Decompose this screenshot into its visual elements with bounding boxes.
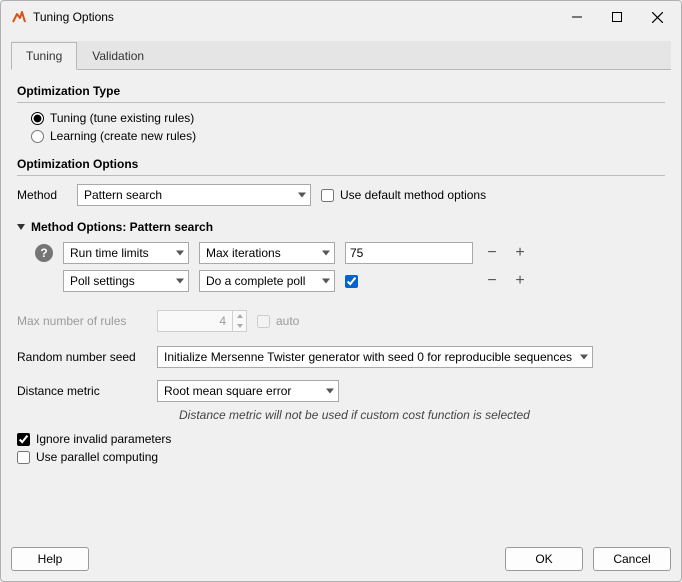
auto-row: auto — [257, 314, 299, 328]
auto-checkbox — [257, 315, 270, 328]
radio-tuning[interactable] — [31, 112, 44, 125]
parallel-checkbox[interactable] — [17, 451, 30, 464]
parallel-row[interactable]: Use parallel computing — [17, 450, 665, 464]
tab-validation[interactable]: Validation — [77, 42, 159, 70]
collapse-icon — [17, 224, 25, 230]
ignore-invalid-checkbox[interactable] — [17, 433, 30, 446]
chevron-down-icon — [176, 251, 184, 256]
add-option-button[interactable]: + — [511, 244, 529, 262]
client-area: Tuning Validation Optimization Type Tuni… — [1, 33, 681, 539]
ignore-invalid-label: Ignore invalid parameters — [36, 432, 171, 446]
tab-tuning[interactable]: Tuning — [11, 42, 77, 70]
section-optimization-options: Optimization Options — [17, 157, 665, 171]
radio-tuning-label: Tuning (tune existing rules) — [50, 111, 194, 125]
chevron-down-icon — [322, 279, 330, 284]
seed-label: Random number seed — [17, 350, 147, 364]
tab-content-tuning: Optimization Type Tuning (tune existing … — [11, 70, 671, 533]
radio-tuning-row[interactable]: Tuning (tune existing rules) — [31, 111, 665, 125]
method-select-value: Pattern search — [84, 188, 162, 202]
chevron-down-icon — [176, 279, 184, 284]
help-icon[interactable]: ? — [35, 244, 53, 262]
maximize-button[interactable] — [597, 3, 637, 31]
radio-learning-label: Learning (create new rules) — [50, 129, 196, 143]
auto-label: auto — [276, 314, 299, 328]
use-default-row[interactable]: Use default method options — [321, 188, 486, 202]
help-button[interactable]: Help — [11, 547, 89, 571]
use-default-checkbox[interactable] — [321, 189, 334, 202]
close-button[interactable] — [637, 3, 677, 31]
spinner-up — [233, 311, 246, 321]
distance-select[interactable]: Root mean square error — [157, 380, 339, 402]
opt-category-select-1[interactable]: Run time limits — [63, 242, 189, 264]
distance-note: Distance metric will not be used if cust… — [179, 408, 665, 422]
chevron-down-icon — [580, 355, 588, 360]
distance-label: Distance metric — [17, 384, 147, 398]
tuning-options-dialog: Tuning Options Tuning Validation Optimiz… — [0, 0, 682, 582]
max-rules-value: 4 — [158, 311, 232, 331]
use-default-label: Use default method options — [340, 188, 486, 202]
remove-option-button[interactable]: − — [483, 272, 501, 290]
divider — [17, 175, 665, 176]
app-logo-icon — [11, 9, 27, 25]
tabstrip: Tuning Validation — [11, 41, 671, 70]
cancel-button[interactable]: Cancel — [593, 547, 671, 571]
chevron-down-icon — [298, 193, 306, 198]
ok-button[interactable]: OK — [505, 547, 583, 571]
section-optimization-type: Optimization Type — [17, 84, 665, 98]
ignore-invalid-row[interactable]: Ignore invalid parameters — [17, 432, 665, 446]
method-label: Method — [17, 188, 67, 202]
method-options-header-label: Method Options: Pattern search — [31, 220, 213, 234]
titlebar: Tuning Options — [1, 1, 681, 33]
opt-param-select-1[interactable]: Max iterations — [199, 242, 335, 264]
chevron-down-icon — [326, 389, 334, 394]
dialog-footer: Help OK Cancel — [1, 539, 681, 581]
opt-param-select-2[interactable]: Do a complete poll — [199, 270, 335, 292]
divider — [17, 102, 665, 103]
window-title: Tuning Options — [33, 10, 557, 24]
opt-value-checkbox-2[interactable] — [345, 275, 358, 288]
method-select[interactable]: Pattern search — [77, 184, 311, 206]
radio-learning-row[interactable]: Learning (create new rules) — [31, 129, 665, 143]
opt-value-input-1[interactable] — [345, 242, 473, 264]
add-option-button[interactable]: + — [511, 272, 529, 290]
radio-learning[interactable] — [31, 130, 44, 143]
opt-category-select-2[interactable]: Poll settings — [63, 270, 189, 292]
max-rules-spinner: 4 — [157, 310, 247, 332]
seed-select[interactable]: Initialize Mersenne Twister generator wi… — [157, 346, 593, 368]
chevron-down-icon — [322, 251, 330, 256]
max-rules-label: Max number of rules — [17, 314, 147, 328]
method-options-header[interactable]: Method Options: Pattern search — [17, 220, 665, 234]
minimize-button[interactable] — [557, 3, 597, 31]
remove-option-button[interactable]: − — [483, 244, 501, 262]
parallel-label: Use parallel computing — [36, 450, 158, 464]
spinner-down — [233, 321, 246, 331]
